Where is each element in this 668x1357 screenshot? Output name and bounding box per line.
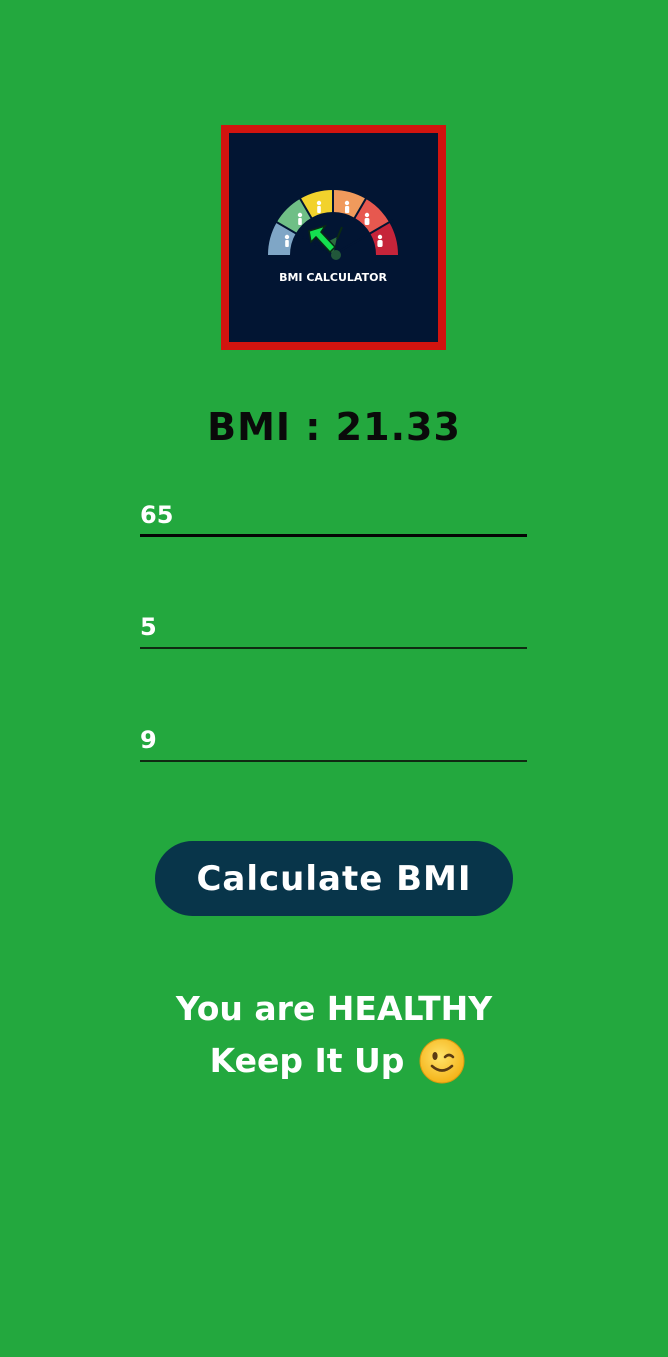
height-inches-input[interactable]	[140, 722, 527, 762]
height-feet-field[interactable]	[140, 609, 527, 649]
winking-face-icon	[418, 1037, 466, 1085]
bmi-calculator-logo: BMI CALCULATOR	[221, 125, 446, 350]
calculate-bmi-button[interactable]: Calculate BMI	[155, 841, 513, 916]
height-inches-underline	[140, 760, 527, 762]
weight-field[interactable]	[140, 497, 527, 537]
height-feet-input[interactable]	[140, 609, 527, 649]
weight-underline	[140, 534, 527, 537]
height-feet-underline	[140, 647, 527, 649]
gauge-icon: BMI CALCULATOR	[229, 133, 438, 342]
height-inches-field[interactable]	[140, 722, 527, 762]
health-advice-row: Keep It Up	[210, 1035, 467, 1087]
health-advice-text: Keep It Up	[210, 1035, 405, 1087]
health-status-text: You are HEALTHY	[0, 983, 668, 1035]
bmi-result-label: BMI : 21.33	[0, 405, 668, 449]
logo-caption: BMI CALCULATOR	[279, 271, 387, 284]
health-message: You are HEALTHY Keep It Up	[0, 983, 668, 1087]
weight-input[interactable]	[140, 497, 527, 537]
